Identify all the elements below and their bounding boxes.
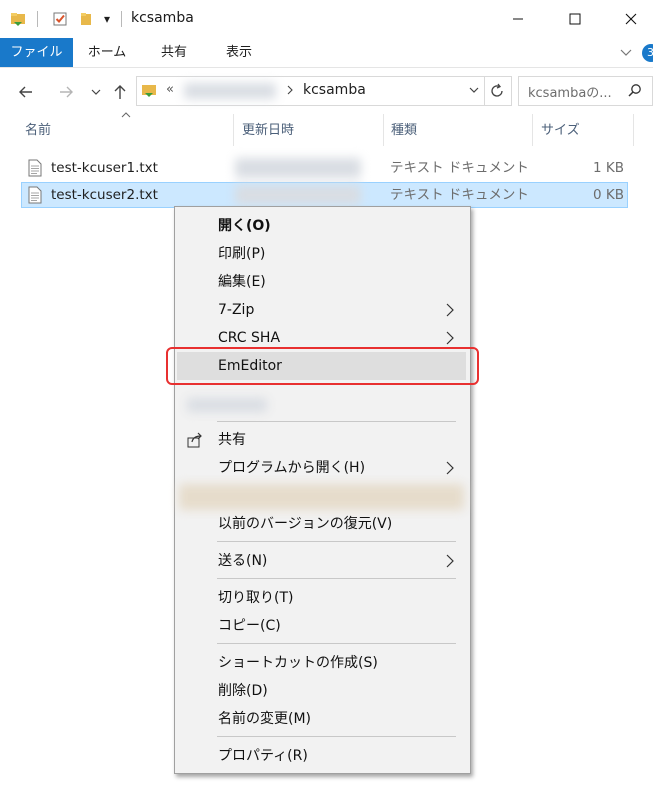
menu-item-cut[interactable]: 切り取り(T) [177, 584, 466, 612]
menu-item-open-with[interactable]: プログラムから開く(H) [177, 454, 466, 482]
menu-item-print[interactable]: 印刷(P) [177, 240, 466, 268]
submenu-arrow-icon [445, 553, 455, 573]
menu-item-properties[interactable]: プロパティ(R) [177, 742, 466, 770]
tab-home[interactable]: ホーム [78, 38, 136, 67]
file-name[interactable]: test-kcuser1.txt [51, 155, 158, 181]
menu-item-share[interactable]: 共有 [177, 426, 466, 454]
file-date-redacted [235, 185, 361, 205]
back-arrow-icon[interactable] [14, 80, 38, 104]
menu-item-7zip[interactable]: 7-Zip [177, 296, 466, 324]
file-row[interactable]: test-kcuser1.txt テキスト ドキュメント 1 KB [21, 155, 628, 181]
menu-item-copy[interactable]: コピー(C) [177, 612, 466, 640]
properties-check-icon[interactable] [49, 9, 71, 29]
menu-item-label: 編集(E) [218, 274, 266, 290]
text-file-icon [27, 159, 43, 181]
column-header-date[interactable]: 更新日時 [242, 118, 294, 144]
menu-item-redacted[interactable] [177, 390, 466, 418]
menu-item-label: 共有 [218, 432, 246, 448]
column-header-type[interactable]: 種類 [391, 118, 417, 144]
menu-separator [217, 578, 456, 579]
separator [484, 77, 485, 105]
breadcrumb-overflow[interactable]: « [166, 82, 174, 97]
menu-separator [217, 421, 456, 422]
menu-item-label: 送る(N) [218, 553, 268, 569]
folder-location-icon [140, 81, 158, 103]
address-dropdown-chevron-icon[interactable] [467, 83, 481, 101]
tab-file[interactable]: ファイル [0, 38, 73, 67]
column-divider[interactable] [383, 114, 384, 146]
breadcrumb-separator-icon [285, 81, 295, 103]
search-placeholder: kcsambaの... [528, 86, 612, 101]
column-header-size[interactable]: サイズ [541, 118, 580, 144]
customize-quick-access-dropdown[interactable]: ▾ [99, 9, 115, 29]
file-size: 0 KB [593, 187, 624, 203]
column-divider[interactable] [532, 114, 533, 146]
refresh-icon[interactable] [488, 82, 506, 104]
address-bar[interactable]: « kcsamba [136, 76, 512, 106]
recent-locations-chevron-icon[interactable] [84, 80, 108, 104]
menu-item-label: 名前の変更(M) [218, 711, 312, 727]
submenu-arrow-icon [445, 302, 455, 322]
redacted-menu-content [179, 484, 464, 510]
tab-view[interactable]: 表示 [210, 38, 268, 67]
column-header-name[interactable]: 名前 [25, 118, 51, 144]
close-button[interactable] [608, 0, 653, 38]
menu-separator [217, 643, 456, 644]
menu-item-label: 切り取り(T) [218, 590, 294, 606]
menu-item-label: 以前のバージョンの復元(V) [218, 516, 393, 532]
up-arrow-icon[interactable] [108, 80, 132, 104]
menu-item-rename[interactable]: 名前の変更(M) [177, 705, 466, 733]
redacted-menu-content [187, 398, 267, 412]
menu-item-restore-previous-versions[interactable]: 以前のバージョンの復元(V) [177, 510, 466, 538]
share-icon [187, 432, 205, 452]
window-title: kcsamba [131, 10, 194, 26]
menu-separator [217, 541, 456, 542]
column-divider[interactable] [633, 114, 634, 146]
column-divider[interactable] [233, 114, 234, 146]
maximize-button[interactable] [552, 0, 598, 38]
file-name[interactable]: test-kcuser2.txt [51, 182, 158, 208]
menu-item-label: プロパティ(R) [218, 748, 308, 764]
context-menu: 開く(O) 印刷(P) 編集(E) 7-Zip CRC SHA EmEditor… [174, 206, 471, 774]
text-file-icon [27, 186, 43, 208]
minimize-button[interactable] [495, 0, 541, 38]
help-icon[interactable]: 3 [642, 44, 653, 62]
emeditor-highlight-annotation [166, 347, 479, 385]
menu-item-label: ショートカットの作成(S) [218, 655, 378, 671]
sort-ascending-indicator-icon [120, 108, 132, 123]
forward-arrow-icon[interactable] [54, 80, 78, 104]
separator [121, 11, 122, 27]
menu-item-edit[interactable]: 編集(E) [177, 268, 466, 296]
tab-share[interactable]: 共有 [146, 38, 202, 67]
folder-app-icon [8, 9, 28, 29]
file-type: テキスト ドキュメント [390, 187, 529, 203]
search-input[interactable]: kcsambaの... [518, 76, 653, 106]
breadcrumb-redacted-segment [184, 83, 276, 99]
menu-item-label: 印刷(P) [218, 246, 266, 262]
file-type: テキスト ドキュメント [390, 160, 529, 176]
separator [37, 11, 38, 27]
menu-item-delete[interactable]: 削除(D) [177, 677, 466, 705]
menu-item-send-to[interactable]: 送る(N) [177, 547, 466, 575]
menu-separator [217, 736, 456, 737]
menu-item-label: プログラムから開く(H) [218, 460, 366, 476]
new-folder-icon[interactable] [76, 9, 96, 29]
menu-item-label: 開く(O) [218, 218, 271, 234]
menu-item-redacted[interactable] [177, 482, 466, 510]
menu-item-label: 削除(D) [218, 683, 268, 699]
menu-item-create-shortcut[interactable]: ショートカットの作成(S) [177, 649, 466, 677]
menu-item-label: コピー(C) [218, 618, 281, 634]
file-date-redacted [235, 158, 361, 178]
submenu-arrow-icon [445, 460, 455, 480]
file-row-selected[interactable]: test-kcuser2.txt テキスト ドキュメント 0 KB [21, 182, 628, 208]
file-size: 1 KB [593, 160, 624, 176]
menu-item-label: 7-Zip [218, 302, 255, 318]
ribbon-expand-chevron-icon[interactable] [618, 44, 634, 64]
search-icon[interactable] [627, 83, 643, 103]
menu-item-open[interactable]: 開く(O) [177, 212, 466, 240]
breadcrumb-current[interactable]: kcsamba [303, 82, 366, 98]
